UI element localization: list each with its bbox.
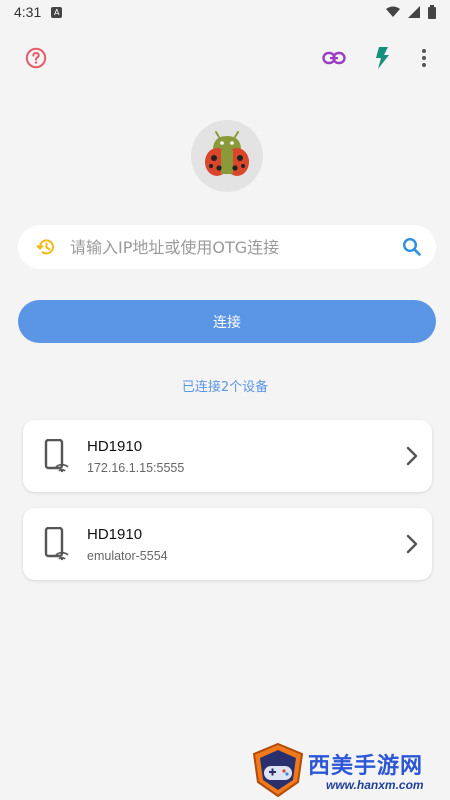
status-bar: 4:31 A (0, 0, 450, 24)
flash-button[interactable] (364, 40, 400, 76)
search-icon[interactable] (402, 237, 422, 257)
search-bar (18, 225, 436, 269)
app-logo (191, 120, 263, 192)
watermark: 西美手游网 www.hanxm.com (250, 740, 450, 800)
notification-icon: A (51, 6, 63, 18)
watermark-title: 西美手游网 (308, 754, 424, 779)
device-card[interactable]: HD1910 172.16.1.15:5555 (23, 420, 432, 492)
ladybug-android-logo-icon (205, 131, 249, 176)
connected-devices-count: 已连接2个设备 (181, 380, 269, 395)
flash-icon (376, 47, 389, 69)
device-info: HD1910 172.16.1.15:5555 (87, 438, 406, 475)
history-icon[interactable] (36, 237, 56, 257)
device-name: HD1910 (87, 437, 143, 455)
battery-icon (428, 5, 436, 19)
help-button[interactable] (18, 40, 54, 76)
chevron-right-icon (406, 446, 418, 466)
link-button[interactable] (316, 40, 352, 76)
device-info: HD1910 emulator-5554 (87, 526, 406, 563)
phone-wifi-icon (44, 439, 69, 473)
status-time: 4:31 (14, 4, 42, 20)
connect-button[interactable]: 连接 (18, 300, 436, 343)
gamepad-shield-logo-icon (252, 742, 304, 798)
device-address: emulator-5554 (87, 548, 168, 563)
signal-icon (408, 6, 420, 18)
watermark-url: www.hanxm.com (326, 778, 424, 792)
chevron-right-icon (406, 534, 418, 554)
ip-address-input[interactable] (70, 237, 402, 257)
toolbar (0, 40, 450, 80)
more-vert-icon (422, 49, 426, 67)
device-name: HD1910 (87, 525, 143, 543)
status-icons (386, 5, 436, 19)
phone-wifi-icon (44, 527, 69, 561)
help-circle-icon (25, 47, 47, 69)
device-address: 172.16.1.15:5555 (87, 460, 185, 475)
wifi-icon (386, 6, 400, 17)
device-card[interactable]: HD1910 emulator-5554 (23, 508, 432, 580)
more-button[interactable] (406, 40, 442, 76)
link-icon (322, 51, 346, 65)
